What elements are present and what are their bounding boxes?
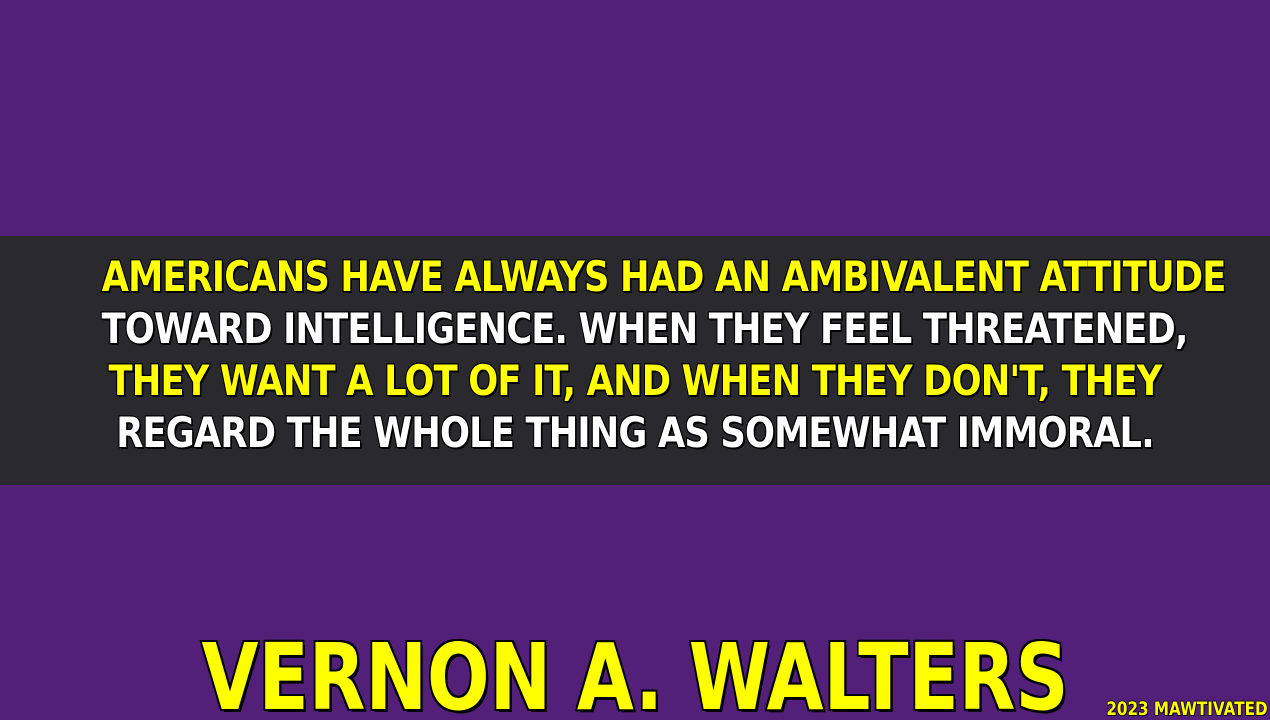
watermark-credit: 2023 MAWTIVATED <box>1106 697 1268 720</box>
quote-line-3: THEY WANT A LOT OF IT, AND WHEN THEY DON… <box>107 355 1163 407</box>
quote-text: AMERICANS HAVE ALWAYS HAD AN AMBIVALENT … <box>0 251 1270 459</box>
quote-line-4: REGARD THE WHOLE THING AS SOMEWHAT IMMOR… <box>115 407 1155 459</box>
quote-line-1: AMERICANS HAVE ALWAYS HAD AN AMBIVALENT … <box>101 251 1228 303</box>
author-name: VERNON A. WALTERS <box>200 624 1070 720</box>
quote-line-2: TOWARD INTELLIGENCE. WHEN THEY FEEL THRE… <box>101 303 1190 355</box>
